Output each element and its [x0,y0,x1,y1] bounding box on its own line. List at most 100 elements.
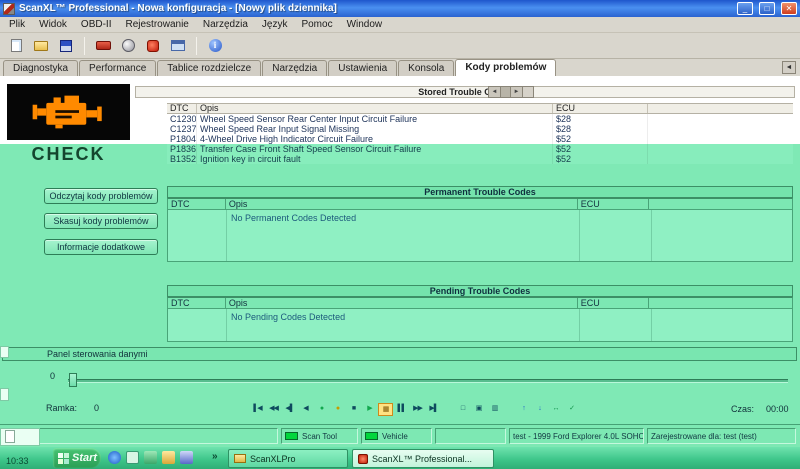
connect-button[interactable] [92,36,114,56]
dtc-ecu: $28 [553,114,648,124]
check-engine-label: CHECK [7,144,130,168]
col-ecu[interactable]: ECU [553,104,648,113]
start-button[interactable]: Start [53,448,101,468]
rewind-button[interactable]: ◀◀ [266,403,281,416]
col-ecu[interactable]: ECU [578,298,650,308]
transfer-button[interactable]: ↔ [548,403,563,416]
skip-start-button[interactable]: ▌◀ [250,403,265,416]
col-dtc[interactable]: DTC [167,104,197,113]
glitch-scrollbar-artifact: ◄ ► [488,86,534,98]
stop-button[interactable]: ■ [346,403,361,416]
record-button[interactable] [142,36,164,56]
quick-launch-folder-icon[interactable] [162,451,175,464]
marker-indicator-icon[interactable]: ● [330,403,345,416]
stored-row[interactable]: C1237 Wheel Speed Rear Input Signal Miss… [167,124,793,134]
tab-bar: Diagnostyka Performance Tablice rozdziel… [0,59,800,76]
tab-narzedzia[interactable]: Narzędzia [262,60,327,76]
quick-launch-mail-icon[interactable] [180,451,193,464]
taskbar-item-scanxl-professional[interactable]: ScanXL™ Professional... [352,449,494,468]
menu-plik[interactable]: Plik [2,18,32,31]
frame-bookmark-button[interactable]: ▦ [378,403,393,416]
status-vehicle-info: test - 1999 Ford Explorer 4.0L SOHC [509,428,644,444]
info-button[interactable]: i [204,36,226,56]
menu-bar: Plik Widok OBD-II Rejestrowanie Narzędzi… [0,17,800,33]
taskbar-item-scanxlpro[interactable]: ScanXLPro [228,449,348,468]
close-button[interactable]: ✕ [781,2,797,15]
new-log-button[interactable]: □ [455,403,470,416]
toolbar-separator [84,37,85,55]
menu-window[interactable]: Window [340,18,390,31]
tab-performance[interactable]: Performance [79,60,156,76]
dashboard-button[interactable] [167,36,189,56]
menu-widok[interactable]: Widok [32,18,74,31]
dtc-desc: Ignition key in circuit fault [197,154,553,164]
col-opis[interactable]: Opis [226,199,578,209]
frame-value: 0 [94,403,99,413]
tab-konsola[interactable]: Konsola [398,60,454,76]
playback-controls: ▌◀ ◀◀ ◀▌ ◀ ● ● ■ ▶ ▦ ▌▌ ▶▶ ▶▌ □ ▣ ▥ ↑ ↓ … [250,402,579,416]
save-button[interactable] [55,36,77,56]
save-log-button[interactable]: ▥ [487,403,502,416]
record-icon [147,40,159,52]
taskbar-clock: 10:33 [6,456,29,466]
menu-jezyk[interactable]: Język [255,18,295,31]
quick-launch-browser-icon[interactable] [108,451,121,464]
scanxl-app-icon [358,454,368,464]
play-reverse-button[interactable]: ◀ [298,403,313,416]
clear-codes-button[interactable]: Skasuj kody problemów [44,213,158,229]
tab-scroll-left-button[interactable]: ◄ [782,61,796,74]
skip-end-button[interactable]: ▶▌ [426,403,441,416]
col-opis[interactable]: Opis [197,104,553,113]
menu-obd2[interactable]: OBD-II [74,18,119,31]
pause-button[interactable]: ▌▌ [394,403,409,416]
dtc-code: C1230 [167,114,197,124]
desktop-file-icon-artifact [5,430,15,443]
status-vehicle: Vehicle [361,428,432,444]
stored-row[interactable]: P1804 4-Wheel Drive High Indicator Circu… [167,134,793,144]
play-button[interactable]: ▶ [362,403,377,416]
tab-kody-problemow[interactable]: Kody problemów [455,59,556,76]
col-dtc[interactable]: DTC [168,199,226,209]
quick-launch-desktop-icon[interactable] [126,451,139,464]
col-opis[interactable]: Opis [226,298,578,308]
desktop-icon-artifact [0,388,9,401]
read-codes-button[interactable]: Odczytaj kody problemów [44,188,158,204]
artifact-left-arrow-icon: ◄ [489,87,501,97]
new-file-button[interactable] [5,36,27,56]
additional-info-button[interactable]: Informacje dodatkowe [44,239,158,255]
maximize-button[interactable]: □ [759,2,775,15]
desktop-icon-artifact [0,346,9,358]
status-empty-cell [435,428,506,444]
open-file-button[interactable] [30,36,52,56]
apply-button[interactable]: ✓ [564,403,579,416]
taskbar-item-label: ScanXLPro [250,454,296,464]
menu-pomoc[interactable]: Pomoc [294,18,339,31]
column-divider [579,309,580,341]
playback-slider-track[interactable] [68,379,788,383]
playback-slider-handle[interactable] [69,373,77,387]
menu-narzedzia[interactable]: Narzędzia [196,18,255,31]
menu-rejestrowanie[interactable]: Rejestrowanie [118,18,195,31]
quick-launch-overflow-button[interactable]: » [212,451,218,462]
quick-launch-media-icon[interactable] [144,451,157,464]
tab-ustawienia[interactable]: Ustawienia [328,60,397,76]
minimize-button[interactable]: _ [737,2,753,15]
settings-button[interactable] [117,36,139,56]
stored-row[interactable]: C1230 Wheel Speed Sensor Rear Center Inp… [167,114,793,124]
start-label: Start [72,452,97,464]
time-value: 00:00 [766,404,789,414]
artifact-thumb [501,87,511,97]
stored-row[interactable]: B1352 Ignition key in circuit fault $52 [167,154,793,164]
col-ecu[interactable]: ECU [578,199,650,209]
tab-tablice-rozdzielcze[interactable]: Tablice rozdzielcze [157,60,261,76]
col-dtc[interactable]: DTC [168,298,226,308]
step-back-button[interactable]: ◀▌ [282,403,297,416]
open-log-button[interactable]: ▣ [471,403,486,416]
export-up-button[interactable]: ↑ [516,403,531,416]
export-down-button[interactable]: ↓ [532,403,547,416]
tab-diagnostyka[interactable]: Diagnostyka [3,60,78,76]
fast-forward-button[interactable]: ▶▶ [410,403,425,416]
stored-row[interactable]: P1836 Transfer Case Front Shaft Speed Se… [167,144,793,154]
record-indicator-icon[interactable]: ● [314,403,329,416]
pending-codes-header: Pending Trouble Codes [167,285,793,297]
